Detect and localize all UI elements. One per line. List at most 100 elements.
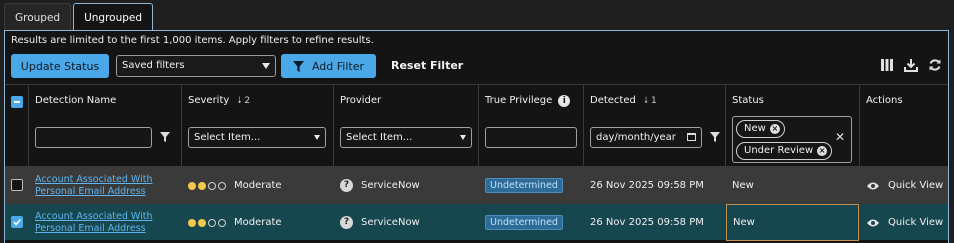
calendar-icon[interactable] [687, 133, 696, 141]
select-all-column [5, 85, 29, 166]
detected-value: 26 Nov 2025 09:58 PM [590, 217, 704, 228]
check-icon [13, 218, 22, 226]
severity-header-label: Severity [188, 95, 230, 106]
close-icon[interactable]: × [769, 124, 780, 134]
detections-panel: Results are limited to the first 1,000 i… [4, 30, 949, 243]
saved-filters-select[interactable]: Saved filters [116, 55, 276, 77]
table-row[interactable]: Account Associated With Personal Email A… [5, 203, 948, 241]
reset-filter-button[interactable]: Reset Filter [391, 59, 463, 72]
close-icon[interactable]: × [817, 146, 828, 156]
status-value: New [733, 217, 755, 228]
detected-cell: 26 Nov 2025 09:58 PM [590, 204, 725, 241]
filter-icon[interactable] [710, 131, 720, 143]
severity-sort-order: 2 [244, 96, 251, 106]
detected-sort-order: 1 [650, 96, 657, 106]
question-icon: ? [340, 216, 353, 229]
true-privilege-header-label: True Privilege [485, 95, 553, 106]
filter-icon[interactable] [160, 131, 170, 143]
detected-value: 26 Nov 2025 09:58 PM [590, 180, 704, 191]
tab-ungrouped[interactable]: Ungrouped [73, 3, 154, 31]
provider-cell: ? ServiceNow [340, 167, 475, 204]
severity-dots-icon [188, 218, 226, 227]
table-row[interactable]: Account Associated With Personal Email A… [5, 166, 948, 203]
status-cell[interactable]: New [726, 204, 859, 241]
row-checkbox[interactable] [11, 216, 23, 228]
status-cell[interactable]: New [732, 167, 857, 204]
status-header[interactable]: Status [732, 95, 764, 106]
provider-filter-select[interactable]: Select Item... [340, 127, 472, 148]
detection-name-line: Account Associated With [35, 210, 153, 222]
chevron-down-icon [262, 63, 270, 69]
chevron-down-icon [460, 135, 466, 140]
grid-tools [880, 58, 942, 72]
status-badge: Undetermined [485, 178, 563, 193]
add-filter-button[interactable]: Add Filter [281, 54, 376, 78]
quick-view-label: Quick View [888, 217, 944, 228]
refresh-icon[interactable] [928, 58, 942, 72]
quick-view-button[interactable]: Quick View [866, 167, 946, 204]
eye-icon [867, 182, 879, 189]
status-chip-under-review[interactable]: Under Review × [736, 142, 833, 160]
status-value: New [732, 180, 754, 191]
provider-header[interactable]: Provider [340, 95, 381, 106]
detection-name-line: Personal Email Address [35, 222, 146, 234]
add-filter-label: Add Filter [311, 59, 365, 73]
detection-name-link[interactable]: Account Associated With Personal Email A… [35, 167, 180, 204]
detection-name-line: Account Associated With [35, 173, 153, 185]
detection-name-header[interactable]: Detection Name [35, 95, 116, 106]
severity-value: Moderate [234, 217, 282, 228]
provider-filter-placeholder: Select Item... [346, 132, 413, 143]
sort-down-icon: ⭣ 2 [237, 96, 251, 106]
true-privilege-cell: Undetermined [485, 204, 580, 241]
severity-filter-placeholder: Select Item... [194, 132, 261, 143]
status-badge: Undetermined [485, 215, 563, 230]
row-checkbox[interactable] [11, 179, 23, 191]
col-provider: Provider Select Item... [334, 85, 479, 166]
col-status: Status New × Under Review × ✕ [726, 85, 860, 166]
tab-bar: Grouped Ungrouped [4, 3, 155, 31]
severity-dots-icon [188, 181, 226, 190]
chevron-down-icon [314, 135, 320, 140]
select-all-checkbox[interactable] [11, 96, 23, 108]
col-actions: Actions [860, 85, 948, 166]
results-limit-notice: Results are limited to the first 1,000 i… [11, 35, 374, 46]
eye-icon [867, 219, 879, 226]
detected-header[interactable]: Detected ⭣ 1 [590, 95, 657, 106]
detection-name-line: Personal Email Address [35, 185, 146, 197]
severity-value: Moderate [234, 180, 282, 191]
info-icon[interactable]: i [558, 95, 571, 107]
minus-icon [14, 101, 20, 103]
quick-view-button[interactable]: Quick View [866, 204, 946, 241]
quick-view-label: Quick View [888, 180, 944, 191]
saved-filters-label: Saved filters [122, 60, 185, 71]
col-detected: Detected ⭣ 1 day/month/year [584, 85, 726, 166]
severity-header[interactable]: Severity ⭣ 2 [188, 95, 250, 106]
filter-icon [292, 60, 304, 72]
update-status-button[interactable]: Update Status [11, 54, 109, 78]
col-true-privilege: True Privilege i [479, 85, 584, 166]
severity-cell: Moderate [188, 204, 328, 241]
grid-header: Detection Name Severity ⭣ 2 Select Item..… [5, 84, 948, 166]
download-icon[interactable] [904, 58, 918, 72]
true-privilege-filter-input[interactable] [485, 127, 577, 148]
status-chip-label: New [744, 123, 766, 134]
status-chip-label: Under Review [744, 145, 814, 156]
status-filter-multiselect[interactable]: New × Under Review × ✕ [732, 116, 852, 163]
sort-down-icon: ⭣ 1 [643, 96, 657, 106]
true-privilege-header[interactable]: True Privilege i [485, 95, 571, 107]
provider-cell: ? ServiceNow [340, 204, 475, 241]
detected-header-label: Detected [590, 95, 636, 106]
col-detection-name: Detection Name [29, 85, 182, 166]
detection-name-filter-input[interactable] [35, 127, 152, 148]
columns-icon[interactable] [880, 58, 894, 72]
col-severity: Severity ⭣ 2 Select Item... [182, 85, 334, 166]
provider-value: ServiceNow [361, 180, 420, 191]
status-chip-new[interactable]: New × [736, 120, 785, 138]
detected-cell: 26 Nov 2025 09:58 PM [590, 167, 725, 204]
tab-grouped[interactable]: Grouped [4, 3, 72, 31]
severity-filter-select[interactable]: Select Item... [188, 127, 326, 148]
clear-icon[interactable]: ✕ [835, 130, 845, 144]
provider-value: ServiceNow [361, 217, 420, 228]
detection-name-link[interactable]: Account Associated With Personal Email A… [35, 204, 180, 241]
detected-date-input[interactable]: day/month/year [590, 127, 702, 148]
